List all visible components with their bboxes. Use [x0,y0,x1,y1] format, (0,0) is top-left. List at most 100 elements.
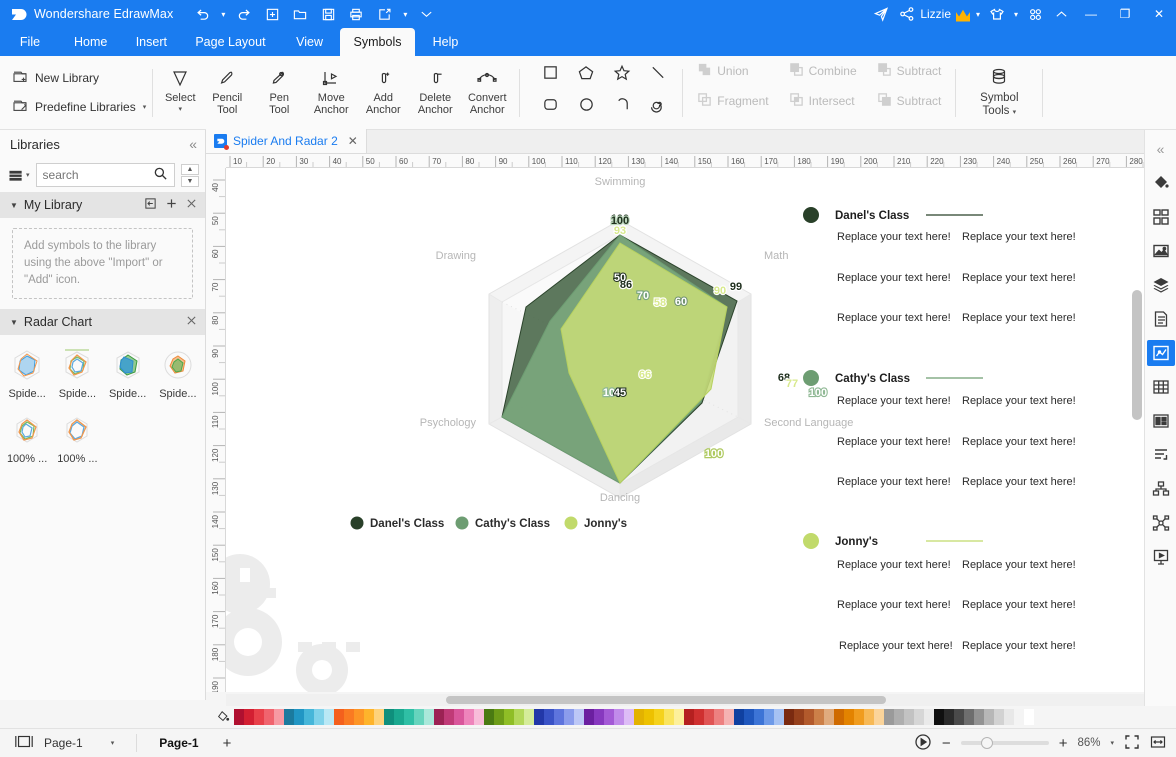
combine-button[interactable]: Combine [781,62,865,80]
union-button[interactable]: Union [689,62,776,80]
palette-swatch[interactable] [804,709,814,725]
palette-swatch[interactable] [494,709,504,725]
import-icon[interactable] [144,197,157,213]
section-header-radar-chart[interactable]: ▼ Radar Chart [0,309,205,335]
palette-swatch[interactable] [884,709,894,725]
palette-swatch[interactable] [644,709,654,725]
share-icon[interactable] [894,3,920,25]
palette-swatch[interactable] [574,709,584,725]
chart-icon[interactable] [1146,340,1175,366]
palette-swatch[interactable] [614,709,624,725]
palette-swatch[interactable] [234,709,244,725]
save-icon[interactable] [315,3,341,25]
library-symbol-item[interactable]: Spide... [52,341,102,406]
notes-block-cathy[interactable]: Cathy's Class Replace your text here! Re… [803,370,1076,488]
org-chart-icon[interactable] [1147,476,1175,502]
search-input[interactable] [42,168,153,182]
spiral-shape-icon[interactable] [643,90,673,118]
palette-swatch[interactable] [434,709,444,725]
palette-swatch[interactable] [1004,709,1014,725]
palette-swatch[interactable] [954,709,964,725]
palette-swatch[interactable] [744,709,754,725]
paint-bucket-icon[interactable] [212,710,234,724]
palette-swatch[interactable] [694,709,704,725]
menu-item-view[interactable]: View [280,28,340,56]
palette-swatch[interactable] [874,709,884,725]
palette-swatch[interactable] [414,709,424,725]
zoom-out-button[interactable]: − [942,735,951,752]
chevron-down-icon[interactable]: ▼ [10,318,18,327]
palette-swatch[interactable] [794,709,804,725]
new-library-button[interactable]: New Library [12,69,146,88]
menu-item-file[interactable]: File [0,28,60,56]
palette-swatch[interactable] [974,709,984,725]
maximize-button[interactable]: ❐ [1108,0,1142,28]
palette-swatch[interactable] [1014,709,1024,725]
circle-shape-icon[interactable] [571,90,601,118]
page-tab[interactable]: Page-1 [159,736,198,750]
palette-swatch[interactable] [764,709,774,725]
palette-swatch[interactable] [444,709,454,725]
page-selector[interactable]: Page-1 ▾ [44,736,114,750]
palette-swatch[interactable] [604,709,614,725]
palette-swatch[interactable] [254,709,264,725]
palette-swatch[interactable] [914,709,924,725]
palette-swatch[interactable] [784,709,794,725]
palette-swatch[interactable] [854,709,864,725]
palette-swatch[interactable] [664,709,674,725]
palette-swatch[interactable] [724,709,734,725]
palette-swatch[interactable] [524,709,534,725]
notes-block-jonny[interactable]: Jonny's Replace your text here! Replace … [803,533,1076,652]
theme-caret-icon[interactable]: ▾ [1010,3,1022,25]
section-header-my-library[interactable]: ▼ My Library [0,192,205,218]
palette-swatch[interactable] [864,709,874,725]
chevron-down-icon[interactable]: ▾ [1110,739,1114,747]
subtract-front-button[interactable]: Subtract [869,62,950,80]
palette-swatch[interactable] [834,709,844,725]
palette-swatch[interactable] [504,709,514,725]
palette-swatch[interactable] [554,709,564,725]
chevron-up-icon[interactable]: ▲ [181,163,199,175]
palette-swatch[interactable] [294,709,304,725]
infographic-icon[interactable] [1147,408,1175,434]
chevron-down-icon[interactable]: ▾ [178,104,182,117]
palette-swatch[interactable] [734,709,744,725]
palette-swatch[interactable] [284,709,294,725]
palette-swatch[interactable] [994,709,1004,725]
palette-swatch[interactable] [1024,709,1034,725]
palette-swatch[interactable] [814,709,824,725]
horizontal-scrollbar[interactable] [226,694,1144,706]
search-input-wrapper[interactable] [35,163,175,187]
menu-item-page-layout[interactable]: Page Layout [181,28,279,56]
quick-styles-icon[interactable] [1147,204,1175,230]
chevron-down-icon[interactable]: ▾ [1013,109,1017,116]
palette-swatch[interactable] [484,709,494,725]
chevron-down-icon[interactable]: ▼ [181,175,199,187]
palette-swatch[interactable] [964,709,974,725]
print-icon[interactable] [343,3,369,25]
menu-item-insert[interactable]: Insert [121,28,181,56]
redo-icon[interactable] [231,3,257,25]
intersect-button[interactable]: Intersect [781,92,865,110]
close-icon[interactable] [186,198,197,212]
undo-caret-icon[interactable]: ▾ [217,3,229,25]
undo-icon[interactable] [189,3,215,25]
notes-block-danel[interactable]: Danel's Class Replace your text here! Re… [803,207,1076,324]
fragment-button[interactable]: Fragment [689,92,776,110]
export-icon[interactable] [371,3,397,25]
library-symbol-item[interactable]: 100% ... [2,406,52,471]
apps-grid-icon[interactable] [1022,3,1048,25]
picture-icon[interactable] [1147,238,1175,264]
pen-tool-button[interactable]: Pen Tool [253,60,305,126]
palette-swatch[interactable] [624,709,634,725]
palette-swatch[interactable] [264,709,274,725]
fill-style-icon[interactable] [1147,170,1175,196]
palette-swatch[interactable] [894,709,904,725]
palette-swatch[interactable] [844,709,854,725]
palette-swatch[interactable] [404,709,414,725]
tshirt-icon[interactable] [984,3,1010,25]
radar-chart-drawing[interactable]: Swimming Math Second Language Dancing Ps… [226,168,1144,692]
palette-swatch[interactable] [394,709,404,725]
subtract-back-button[interactable]: Subtract [869,92,950,110]
palette-swatch[interactable] [934,709,944,725]
